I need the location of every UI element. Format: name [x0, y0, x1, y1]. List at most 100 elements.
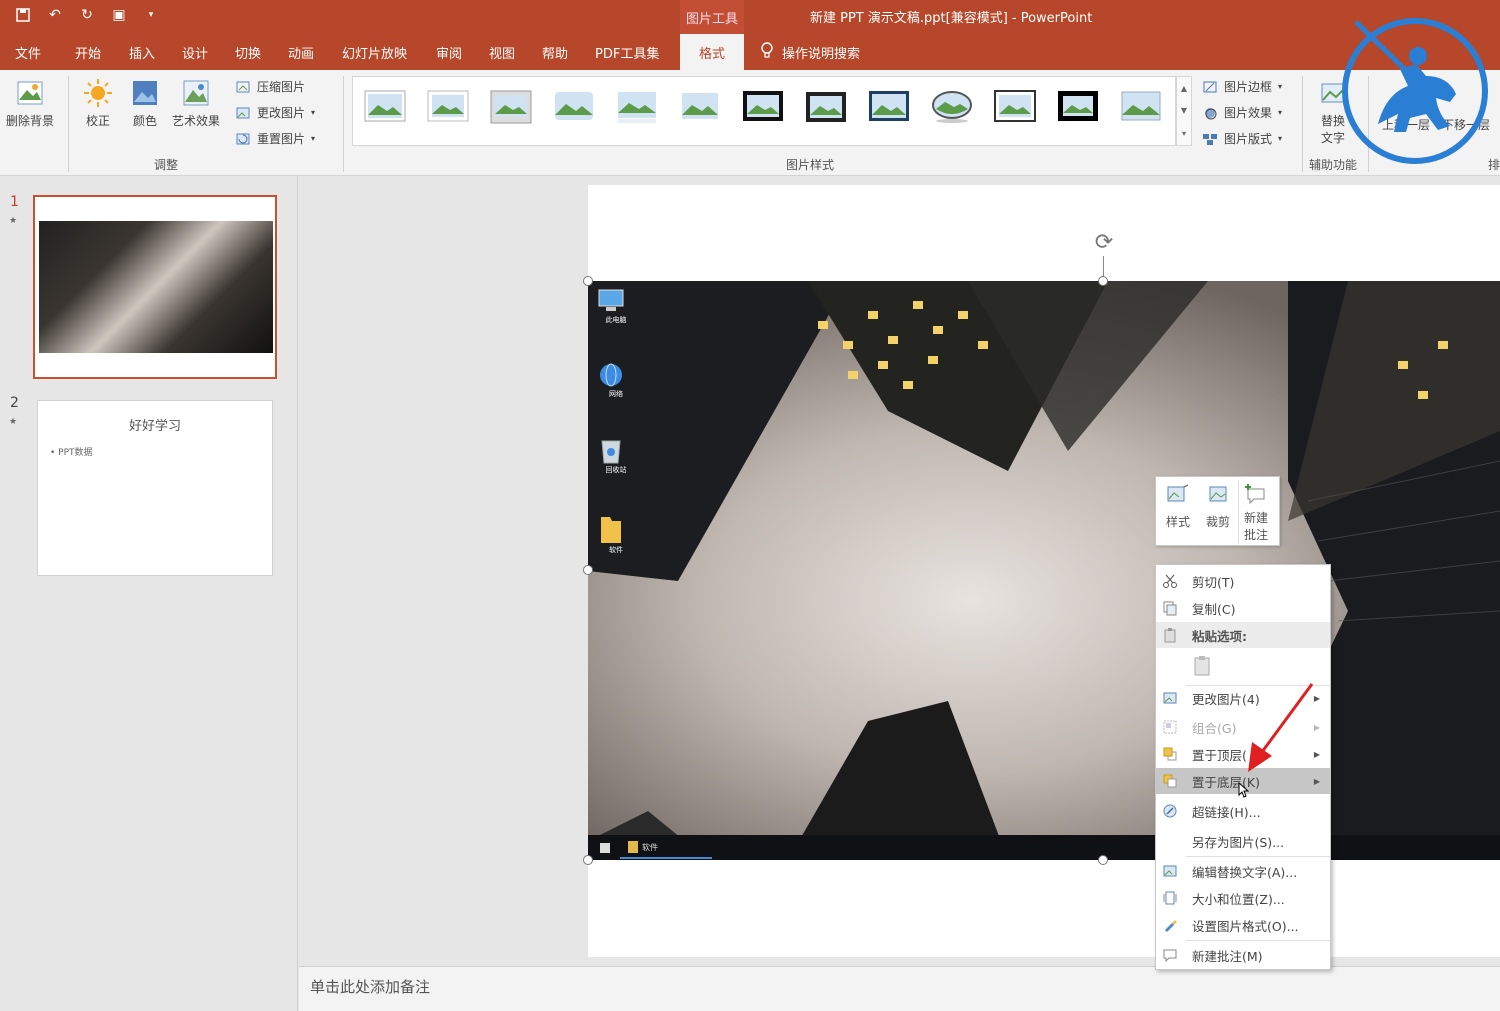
change-picture-button[interactable]: 更改图片 ▾: [235, 104, 315, 121]
group-icon: [1163, 720, 1177, 734]
format-picture-icon: [1165, 920, 1177, 932]
separator: [1238, 481, 1239, 543]
picture-effects-button[interactable]: 图片效果 ▾: [1202, 104, 1282, 121]
tab-transitions[interactable]: 切换: [235, 34, 261, 70]
picture-style-option[interactable]: [363, 89, 407, 125]
corrections-label: 校正: [85, 114, 110, 128]
tab-insert[interactable]: 插入: [129, 34, 155, 70]
network-globe-icon: [600, 363, 622, 387]
menu-item-save-as-picture[interactable]: 另存为图片(S)...: [1156, 828, 1330, 854]
desktop-icon-computer[interactable]: 此电脑: [596, 287, 636, 325]
picture-style-option[interactable]: [993, 89, 1037, 125]
desktop-icon-label: 软件: [609, 546, 623, 554]
tab-animations[interactable]: 动画: [288, 34, 314, 70]
border-icon: [1203, 81, 1217, 92]
tab-design[interactable]: 设计: [182, 34, 208, 70]
tab-format[interactable]: 格式: [680, 34, 744, 70]
reset-picture-button[interactable]: 重置图片 ▾: [235, 130, 315, 147]
new-comment-icon: [1245, 484, 1265, 505]
style-button[interactable]: 样式: [1166, 483, 1190, 530]
artistic-effects-icon: [183, 80, 209, 106]
save-icon[interactable]: [14, 6, 32, 24]
taskbar-item[interactable]: 软件: [642, 842, 658, 853]
picture-style-option[interactable]: [804, 89, 848, 125]
picture-style-option[interactable]: [867, 89, 911, 125]
comment-icon: [1163, 949, 1177, 963]
tab-slideshow[interactable]: 幻灯片放映: [342, 34, 407, 70]
picture-layout-button[interactable]: 图片版式 ▾: [1202, 130, 1282, 147]
picture-style-option[interactable]: [1056, 89, 1100, 125]
picture-style-option[interactable]: [930, 89, 974, 125]
menu-item-size-position[interactable]: 大小和位置(Z)...: [1156, 885, 1330, 911]
chevron-down-icon: ▾: [1278, 108, 1283, 117]
tab-pdf-tools[interactable]: PDF工具集: [595, 34, 659, 70]
slide-thumbnail-pane: 1 ★ 2 ★ 好好学习 • PPT数据: [0, 176, 298, 1011]
desktop-icon-folder[interactable]: 软件: [596, 513, 636, 555]
tell-me-search[interactable]: 操作说明搜索: [760, 34, 860, 70]
more-icon[interactable]: ▾: [1182, 129, 1186, 138]
presentation-icon[interactable]: ▣: [110, 6, 128, 24]
notes-pane[interactable]: 单击此处添加备注: [299, 966, 1500, 1011]
menu-item-cut[interactable]: 剪切(T): [1156, 568, 1330, 594]
reset-picture-label: 重置图片: [257, 132, 306, 146]
picture-style-option[interactable]: [426, 89, 470, 125]
tab-review[interactable]: 审阅: [436, 34, 462, 70]
menu-item-copy[interactable]: 复制(C): [1156, 595, 1330, 621]
effects-icon: [1205, 107, 1217, 119]
send-to-back-icon: [1163, 774, 1177, 788]
color-button[interactable]: 颜色: [130, 78, 160, 129]
gallery-scroll[interactable]: ▲ ▼ ▾: [1176, 76, 1192, 146]
artistic-effects-label: 艺术效果: [172, 114, 221, 128]
lightbulb-icon: [760, 41, 774, 63]
paste-option-picture[interactable]: [1156, 651, 1330, 681]
undo-icon[interactable]: ↶: [46, 6, 64, 24]
tab-help[interactable]: 帮助: [542, 34, 568, 70]
new-comment-button[interactable]: 新建 批注: [1244, 483, 1268, 543]
slide-thumbnail-1[interactable]: [33, 195, 277, 379]
selected-picture[interactable]: 此电脑 网络 回收站 软件 软件: [588, 281, 1500, 860]
crop-label: 裁剪: [1206, 515, 1231, 529]
picture-style-option[interactable]: [1119, 89, 1163, 125]
desktop-icon-network[interactable]: 网络: [596, 361, 636, 399]
hyperlink-icon: [1163, 804, 1177, 818]
resize-handle-bottom-left[interactable]: [583, 855, 593, 865]
menu-item-new-comment[interactable]: 新建批注(M): [1156, 942, 1330, 968]
mini-toolbar: 样式 裁剪 新建 批注: [1155, 476, 1280, 546]
picture-style-icon: [1167, 484, 1189, 502]
resize-handle-top[interactable]: [1098, 276, 1108, 286]
menu-paste-options-header: 粘贴选项:: [1156, 622, 1330, 648]
tab-view[interactable]: 视图: [489, 34, 515, 70]
picture-style-option[interactable]: [678, 89, 722, 125]
chevron-up-icon[interactable]: ▲: [1181, 84, 1187, 93]
tell-me-label: 操作说明搜索: [782, 46, 861, 62]
rotate-handle-icon[interactable]: ⟳: [1091, 230, 1117, 256]
menu-item-format-picture[interactable]: 设置图片格式(O)...: [1156, 912, 1330, 938]
corrections-button[interactable]: 校正: [83, 78, 113, 129]
remove-background-button[interactable]: 删除背景: [6, 78, 54, 129]
menu-item-edit-alt-text[interactable]: 编辑替换文字(A)...: [1156, 858, 1330, 884]
desktop-icon-recycle-bin[interactable]: 回收站: [596, 435, 636, 475]
resize-handle-top-left[interactable]: [583, 276, 593, 286]
window-title: 新建 PPT 演示文稿.ppt[兼容模式] - PowerPoint: [810, 11, 1093, 26]
resize-handle-left[interactable]: [583, 565, 593, 575]
compress-pictures-button[interactable]: 压缩图片: [235, 78, 305, 95]
menu-item-hyperlink[interactable]: 超链接(H)...: [1156, 798, 1330, 824]
tab-home[interactable]: 开始: [75, 34, 101, 70]
picture-style-option[interactable]: [552, 89, 596, 125]
slide-thumbnail-2[interactable]: 好好学习 • PPT数据: [37, 400, 273, 576]
customize-qat-icon[interactable]: ▾: [142, 6, 160, 24]
chevron-down-icon: ▾: [311, 108, 316, 117]
picture-style-option[interactable]: [741, 89, 785, 125]
crop-button[interactable]: 裁剪: [1206, 483, 1230, 530]
copy-icon: [1163, 601, 1177, 616]
picture-style-option[interactable]: [615, 89, 659, 125]
redo-icon[interactable]: ↻: [78, 6, 96, 24]
chevron-down-icon[interactable]: ▼: [1181, 106, 1187, 115]
picture-style-option[interactable]: [489, 89, 533, 125]
picture-border-button[interactable]: 图片边框 ▾: [1202, 78, 1282, 95]
artistic-effects-button[interactable]: 艺术效果: [172, 78, 220, 129]
chevron-down-icon: ▾: [1278, 134, 1283, 143]
menu-item-label: 另存为图片(S)...: [1192, 834, 1285, 850]
resize-handle-bottom[interactable]: [1098, 855, 1108, 865]
tab-file[interactable]: 文件: [15, 34, 41, 70]
